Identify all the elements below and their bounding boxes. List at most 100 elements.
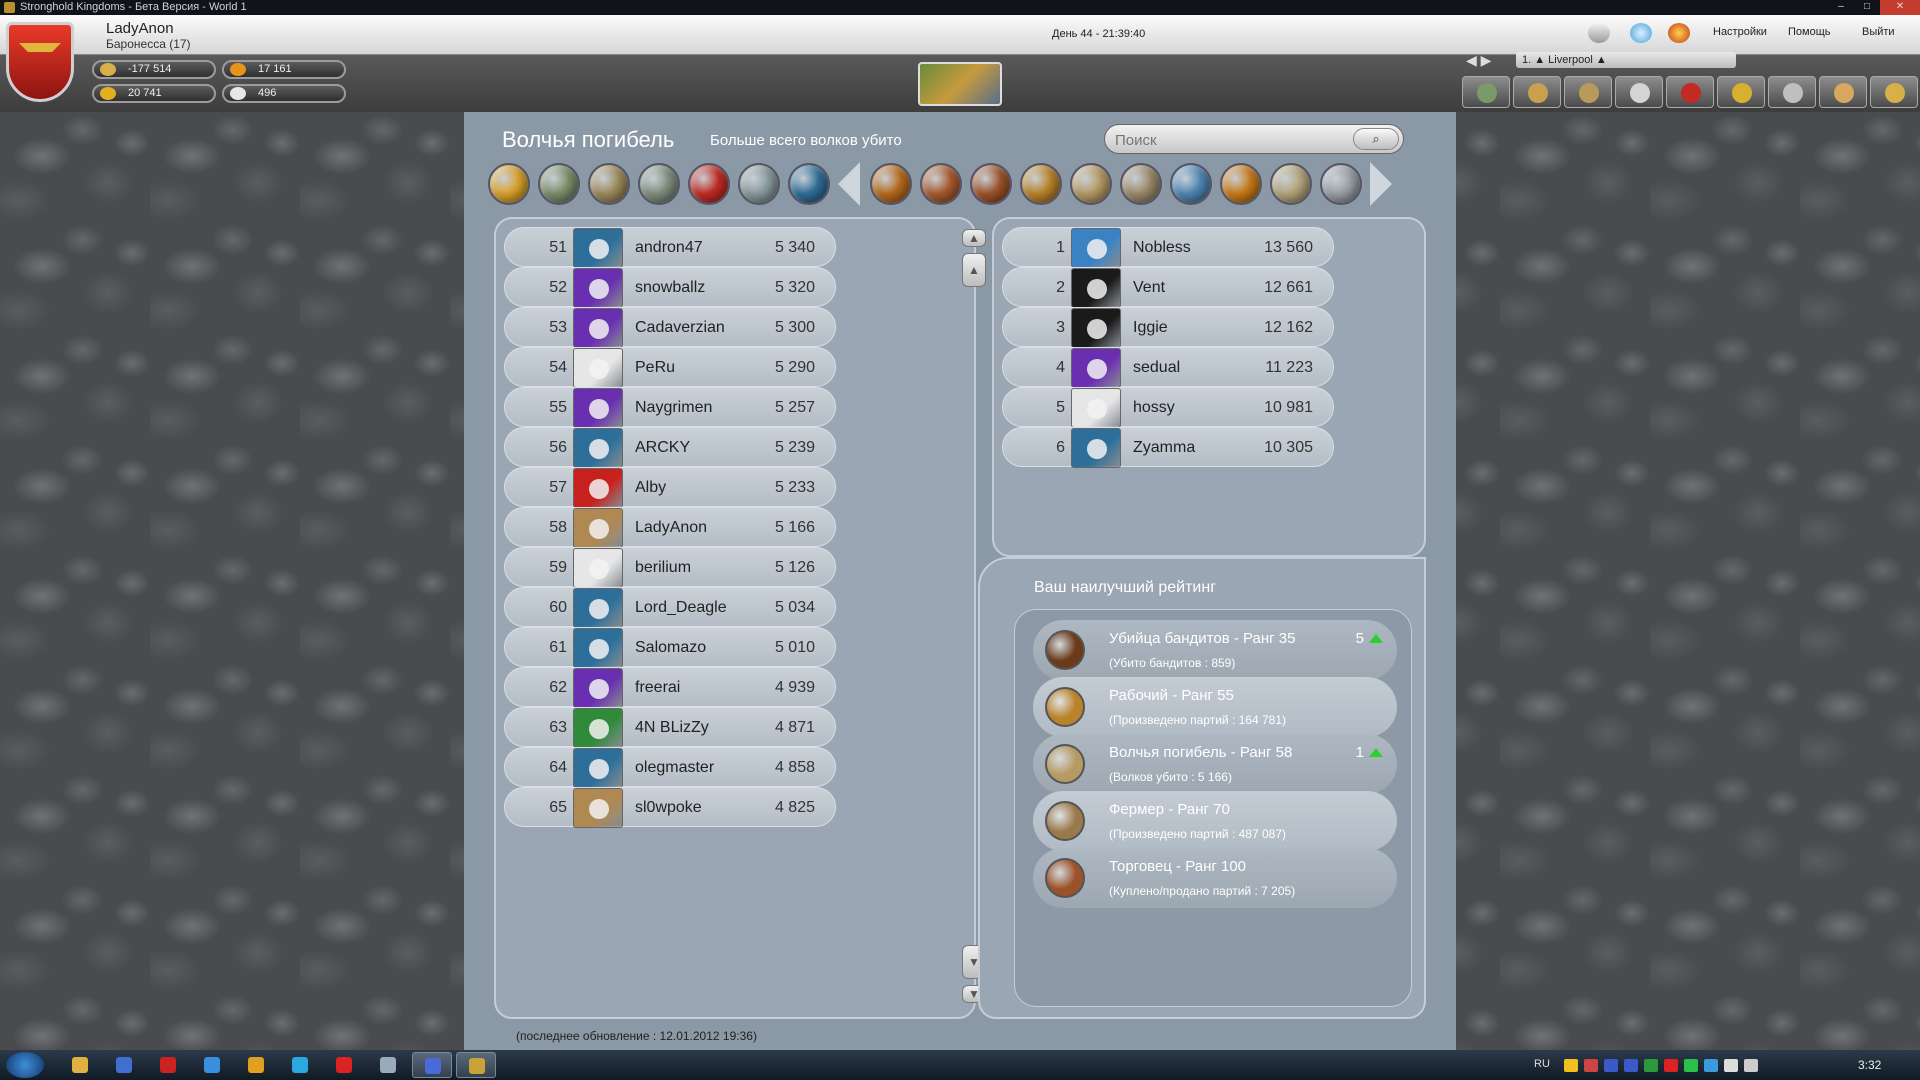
player-name[interactable]: sl0wpoke bbox=[635, 788, 702, 828]
faction-button[interactable] bbox=[1666, 76, 1714, 108]
carousel-next-button[interactable] bbox=[1370, 162, 1392, 206]
player-name[interactable]: Vent bbox=[1133, 268, 1165, 308]
player-shield-icon[interactable] bbox=[1071, 268, 1121, 308]
castle-view-icon[interactable] bbox=[918, 62, 1002, 106]
cat-castle-icon[interactable] bbox=[870, 163, 912, 205]
player-shield-icon[interactable] bbox=[1071, 228, 1121, 268]
taskbar-app-pdf[interactable] bbox=[148, 1052, 188, 1078]
player-name[interactable]: Lord_Deagle bbox=[635, 588, 727, 628]
player-name[interactable]: ARCKY bbox=[635, 428, 690, 468]
ranking-row[interactable]: 4 sedual 11 223 bbox=[1002, 347, 1334, 388]
quests-button[interactable] bbox=[1717, 76, 1765, 108]
taskbar-app-save[interactable] bbox=[104, 1052, 144, 1078]
player-shield-icon[interactable] bbox=[573, 468, 623, 508]
player-shield-icon[interactable] bbox=[573, 428, 623, 468]
player-name[interactable]: PeRu bbox=[635, 348, 675, 388]
best-ranking-item[interactable]: Волчья погибель - Ранг 58 (Волков убито :… bbox=[1033, 734, 1397, 794]
player-name[interactable]: Iggie bbox=[1133, 308, 1168, 348]
taskbar-app-app7[interactable] bbox=[324, 1052, 364, 1078]
cat-horse-icon[interactable] bbox=[1220, 163, 1262, 205]
ranking-row[interactable]: 57 Alby 5 233 bbox=[504, 467, 836, 508]
ranking-row[interactable]: 55 Naygrimen 5 257 bbox=[504, 387, 836, 428]
player-shield-icon[interactable] bbox=[1071, 348, 1121, 388]
language-indicator[interactable]: RU bbox=[1534, 1058, 1550, 1070]
start-button[interactable] bbox=[6, 1052, 44, 1078]
cat-farm-icon[interactable] bbox=[1120, 163, 1162, 205]
player-shield-icon[interactable] bbox=[573, 388, 623, 428]
cat-sword-icon[interactable] bbox=[1020, 163, 1062, 205]
player-shield-icon[interactable] bbox=[573, 628, 623, 668]
ranking-row[interactable]: 53 Cadaverzian 5 300 bbox=[504, 307, 836, 348]
castle-button[interactable] bbox=[1564, 76, 1612, 108]
taskbar-app-notepad[interactable] bbox=[368, 1052, 408, 1078]
chat-icon[interactable] bbox=[1630, 23, 1652, 43]
player-shield-icon[interactable] bbox=[573, 228, 623, 268]
settings-link[interactable]: Настройки bbox=[1713, 26, 1767, 38]
cat-ruins-icon[interactable] bbox=[1320, 163, 1362, 205]
player-shield-icon[interactable] bbox=[1071, 388, 1121, 428]
ranking-row[interactable]: 54 PeRu 5 290 bbox=[504, 347, 836, 388]
tray-app-icon[interactable] bbox=[1644, 1059, 1658, 1072]
ranking-row[interactable]: 58 LadyAnon 5 166 bbox=[504, 507, 836, 548]
cat-ship-icon[interactable] bbox=[738, 163, 780, 205]
cat-bandit-icon[interactable] bbox=[970, 163, 1012, 205]
cat-flag-icon[interactable] bbox=[788, 163, 830, 205]
ranking-row[interactable]: 2 Vent 12 661 bbox=[1002, 267, 1334, 308]
player-name[interactable]: andron47 bbox=[635, 228, 703, 268]
cat-red-icon[interactable] bbox=[688, 163, 730, 205]
player-shield-icon[interactable] bbox=[573, 548, 623, 588]
tray-star-icon[interactable] bbox=[1564, 1059, 1578, 1072]
player-shield-icon[interactable] bbox=[573, 708, 623, 748]
tray-app-icon[interactable] bbox=[1584, 1059, 1598, 1072]
cat-green-icon[interactable] bbox=[538, 163, 580, 205]
tray-app-icon[interactable] bbox=[1604, 1059, 1618, 1072]
minimize-button[interactable]: – bbox=[1828, 0, 1854, 15]
cat-orange-icon[interactable] bbox=[488, 163, 530, 205]
carousel-prev-button[interactable] bbox=[838, 162, 860, 206]
tray-network-icon[interactable] bbox=[1704, 1059, 1718, 1072]
player-shield-icon[interactable] bbox=[573, 508, 623, 548]
tray-flag-icon[interactable] bbox=[1724, 1059, 1738, 1072]
cat-camp-icon[interactable] bbox=[588, 163, 630, 205]
tray-app-icon[interactable] bbox=[1624, 1059, 1638, 1072]
world-map-button[interactable] bbox=[1462, 76, 1510, 108]
ranking-row[interactable]: 61 Salomazo 5 010 bbox=[504, 627, 836, 668]
cat-shield-icon[interactable] bbox=[920, 163, 962, 205]
tray-antivirus-icon[interactable] bbox=[1664, 1059, 1678, 1072]
taskbar-app-stronghold[interactable] bbox=[456, 1052, 496, 1078]
mail-icon[interactable] bbox=[1588, 23, 1610, 43]
cat-globe-icon[interactable] bbox=[1170, 163, 1212, 205]
player-name[interactable]: freerai bbox=[635, 668, 680, 708]
village-button[interactable] bbox=[1513, 76, 1561, 108]
tray-app-icon[interactable] bbox=[1684, 1059, 1698, 1072]
tray-volume-icon[interactable] bbox=[1744, 1059, 1758, 1072]
player-shield-icon[interactable] bbox=[1071, 428, 1121, 468]
taskbar-app-app9[interactable] bbox=[412, 1052, 452, 1078]
village-switch-arrows[interactable]: ◀ ▶ bbox=[1466, 52, 1491, 69]
player-shield-icon[interactable] bbox=[6, 22, 74, 102]
player-name[interactable]: Zyamma bbox=[1133, 428, 1195, 468]
best-ranking-item[interactable]: Торговец - Ранг 100 (Куплено/продано парт… bbox=[1033, 848, 1397, 908]
player-name[interactable]: sedual bbox=[1133, 348, 1180, 388]
cat-scroll-icon[interactable] bbox=[1270, 163, 1312, 205]
player-name[interactable]: olegmaster bbox=[635, 748, 714, 788]
cat-wolf-icon[interactable] bbox=[1070, 163, 1112, 205]
player-shield-icon[interactable] bbox=[573, 748, 623, 788]
player-name[interactable]: berilium bbox=[635, 548, 691, 588]
search-input[interactable] bbox=[1115, 130, 1355, 150]
player-name[interactable]: Salomazo bbox=[635, 628, 706, 668]
ranking-row[interactable]: 6 Zyamma 10 305 bbox=[1002, 427, 1334, 468]
taskbar-app-chrome[interactable] bbox=[236, 1052, 276, 1078]
taskbar-app-skype[interactable] bbox=[280, 1052, 320, 1078]
ranking-row[interactable]: 56 ARCKY 5 239 bbox=[504, 427, 836, 468]
ranking-row[interactable]: 62 freerai 4 939 bbox=[504, 667, 836, 708]
ranking-row[interactable]: 51 andron47 5 340 bbox=[504, 227, 836, 268]
reports-button[interactable] bbox=[1819, 76, 1867, 108]
cat-tower-icon[interactable] bbox=[638, 163, 680, 205]
player-shield-icon[interactable] bbox=[573, 588, 623, 628]
best-ranking-item[interactable]: Убийца бандитов - Ранг 35 (Убито бандитов… bbox=[1033, 620, 1397, 680]
player-shield-icon[interactable] bbox=[573, 308, 623, 348]
player-shield-icon[interactable] bbox=[573, 668, 623, 708]
ranking-row[interactable]: 52 snowballz 5 320 bbox=[504, 267, 836, 308]
ranking-row[interactable]: 3 Iggie 12 162 bbox=[1002, 307, 1334, 348]
